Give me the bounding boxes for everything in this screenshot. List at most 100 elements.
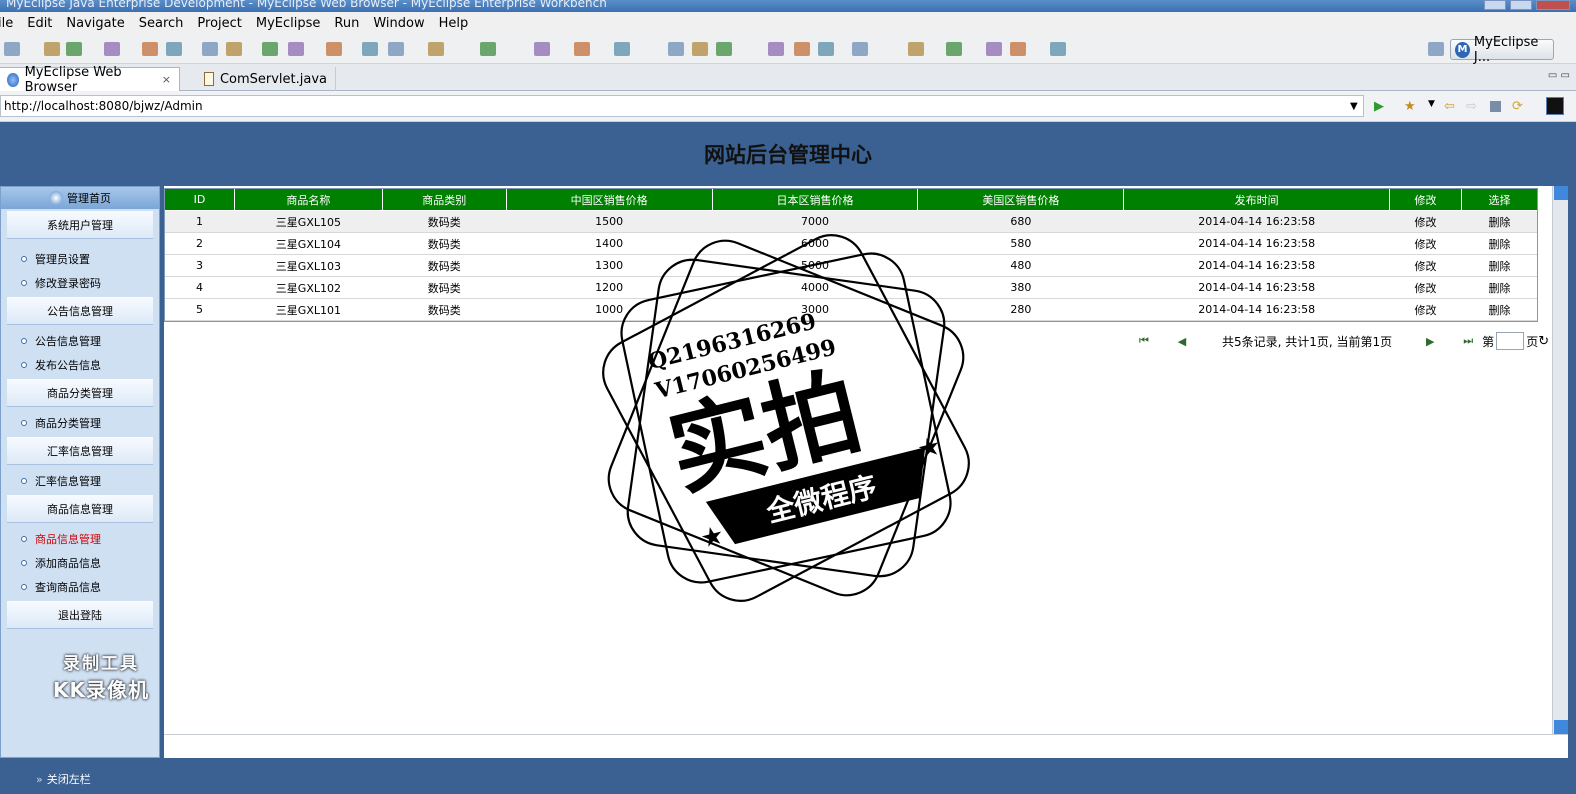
bullet-icon: [21, 478, 27, 484]
toolbar-tool-icon[interactable]: [614, 42, 630, 56]
toolbar-tool-icon[interactable]: [388, 42, 404, 56]
menu-help[interactable]: Help: [439, 16, 469, 31]
toolbar-tool-icon[interactable]: [44, 42, 60, 56]
url-input[interactable]: [0, 95, 1364, 117]
toolbar-tool-icon[interactable]: [818, 42, 834, 56]
delete-link[interactable]: 删除: [1461, 276, 1538, 299]
refresh-icon[interactable]: ⟳: [1512, 99, 1526, 114]
toolbar-tool-icon[interactable]: [1010, 42, 1026, 56]
forward-icon[interactable]: ⇨: [1466, 99, 1480, 114]
external-browser-icon[interactable]: [1546, 97, 1564, 115]
sidebar-group-products[interactable]: 商品信息管理: [7, 495, 153, 523]
minimize-button[interactable]: [1484, 0, 1506, 10]
toolbar-tool-icon[interactable]: [794, 42, 810, 56]
next-page-icon[interactable]: ▶: [1420, 335, 1440, 348]
first-page-icon[interactable]: ⏮: [1134, 334, 1154, 348]
sidebar-group-categories[interactable]: 商品分类管理: [7, 379, 153, 407]
menu-navigate[interactable]: Navigate: [66, 16, 124, 31]
favorites-icon[interactable]: ★: [1404, 99, 1418, 114]
delete-link[interactable]: 删除: [1461, 210, 1538, 233]
toolbar-tool-icon[interactable]: [946, 42, 962, 56]
menu-window[interactable]: Window: [373, 16, 424, 31]
toolbar-tool-icon[interactable]: [202, 42, 218, 56]
toolbar-tool-icon[interactable]: [716, 42, 732, 56]
toolbar-tool-icon[interactable]: [480, 42, 496, 56]
favorites-dropdown-icon[interactable]: ▼: [1428, 99, 1442, 113]
sidebar-item-change-password[interactable]: 修改登录密码: [1, 271, 159, 295]
table-row: 5 三星GXL101 数码类 1000 3000 280 2014-04-14 …: [164, 298, 1538, 321]
page-number-input[interactable]: [1496, 332, 1525, 350]
menu-file[interactable]: ile: [0, 16, 13, 31]
maximize-button[interactable]: [1510, 0, 1532, 10]
delete-link[interactable]: 删除: [1461, 298, 1538, 321]
delete-link[interactable]: 删除: [1461, 254, 1538, 277]
tab-comservlet[interactable]: ComServlet.java: [196, 67, 336, 91]
edit-link[interactable]: 修改: [1389, 276, 1462, 299]
last-page-icon[interactable]: ⏭: [1458, 334, 1478, 348]
toolbar-tool-icon[interactable]: [428, 42, 444, 56]
bullet-icon: [21, 338, 27, 344]
tab-web-browser[interactable]: MyEclipse Web Browser ×: [0, 65, 180, 95]
close-left-button[interactable]: 关闭左栏: [47, 771, 91, 787]
toolbar-tool-icon[interactable]: [986, 42, 1002, 56]
edit-link[interactable]: 修改: [1389, 254, 1462, 277]
sidebar-item-product-query[interactable]: 查询商品信息: [1, 575, 159, 599]
toolbar-tool-icon[interactable]: [362, 42, 378, 56]
minimize-editor-icon[interactable]: ▭ ▭: [1548, 70, 1570, 81]
logout-button[interactable]: 退出登陆: [7, 601, 153, 629]
toolbar-tool-icon[interactable]: [4, 42, 20, 56]
sidebar-group-exchange-rates[interactable]: 汇率信息管理: [7, 437, 153, 465]
close-window-button[interactable]: [1536, 0, 1570, 10]
toolbar-tool-icon[interactable]: [326, 42, 342, 56]
sidebar-item-notice-manage[interactable]: 公告信息管理: [1, 329, 159, 353]
menu-project[interactable]: Project: [197, 16, 241, 31]
sidebar-item-label: 发布公告信息: [35, 359, 101, 372]
edit-link[interactable]: 修改: [1389, 232, 1462, 255]
sidebar-item-admin-settings[interactable]: 管理员设置: [1, 247, 159, 271]
toolbar-tool-icon[interactable]: [692, 42, 708, 56]
scroll-down-icon[interactable]: [1554, 720, 1568, 734]
toolbar-tool-icon[interactable]: [104, 42, 120, 56]
toolbar-tool-icon[interactable]: [768, 42, 784, 56]
close-tab-icon[interactable]: ×: [162, 73, 171, 86]
toolbar-tool-icon[interactable]: [226, 42, 242, 56]
back-icon[interactable]: ⇦: [1444, 99, 1458, 114]
sidebar-item-notice-publish[interactable]: 发布公告信息: [1, 353, 159, 377]
stop-icon[interactable]: [1490, 101, 1501, 112]
toolbar-tool-icon[interactable]: [852, 42, 868, 56]
vertical-scrollbar[interactable]: [1552, 186, 1568, 734]
sidebar-group-system-users[interactable]: 系统用户管理: [7, 211, 153, 239]
url-dropdown-icon[interactable]: ▼: [1350, 101, 1358, 112]
sidebar-group-notices[interactable]: 公告信息管理: [7, 297, 153, 325]
sidebar-item-rate-manage[interactable]: 汇率信息管理: [1, 469, 159, 493]
toolbar-tool-icon[interactable]: [1428, 42, 1444, 56]
edit-link[interactable]: 修改: [1389, 298, 1462, 321]
sidebar-item-product-manage[interactable]: 商品信息管理: [1, 527, 159, 551]
edit-link[interactable]: 修改: [1389, 210, 1462, 233]
scroll-up-icon[interactable]: [1554, 186, 1568, 200]
sidebar-home[interactable]: 管理首页: [1, 187, 159, 209]
toolbar-tool-icon[interactable]: [262, 42, 278, 56]
menu-search[interactable]: Search: [139, 16, 184, 31]
toolbar-tool-icon[interactable]: [66, 42, 82, 56]
menu-bar: ile Edit Navigate Search Project MyEclip…: [0, 12, 1576, 34]
go-icon[interactable]: ▶: [1374, 99, 1388, 114]
toolbar-tool-icon[interactable]: [668, 42, 684, 56]
menu-run[interactable]: Run: [334, 16, 359, 31]
toolbar-tool-icon[interactable]: [534, 42, 550, 56]
perspective-switcher[interactable]: M MyEclipse J...: [1450, 35, 1554, 65]
prev-page-icon[interactable]: ◀: [1172, 335, 1192, 348]
go-page-icon[interactable]: ↻: [1538, 334, 1549, 349]
sidebar-item-category-manage[interactable]: 商品分类管理: [1, 411, 159, 435]
web-page: 网站后台管理中心 管理首页 系统用户管理 管理员设置 修改登录密码 公告信息管理…: [0, 122, 1576, 794]
toolbar-tool-icon[interactable]: [908, 42, 924, 56]
toolbar-tool-icon[interactable]: [166, 42, 182, 56]
toolbar-tool-icon[interactable]: [142, 42, 158, 56]
menu-myeclipse[interactable]: MyEclipse: [256, 16, 321, 31]
toolbar-tool-icon[interactable]: [1050, 42, 1066, 56]
toolbar-tool-icon[interactable]: [288, 42, 304, 56]
sidebar-item-product-add[interactable]: 添加商品信息: [1, 551, 159, 575]
menu-edit[interactable]: Edit: [27, 16, 52, 31]
delete-link[interactable]: 删除: [1461, 232, 1538, 255]
toolbar-tool-icon[interactable]: [574, 42, 590, 56]
